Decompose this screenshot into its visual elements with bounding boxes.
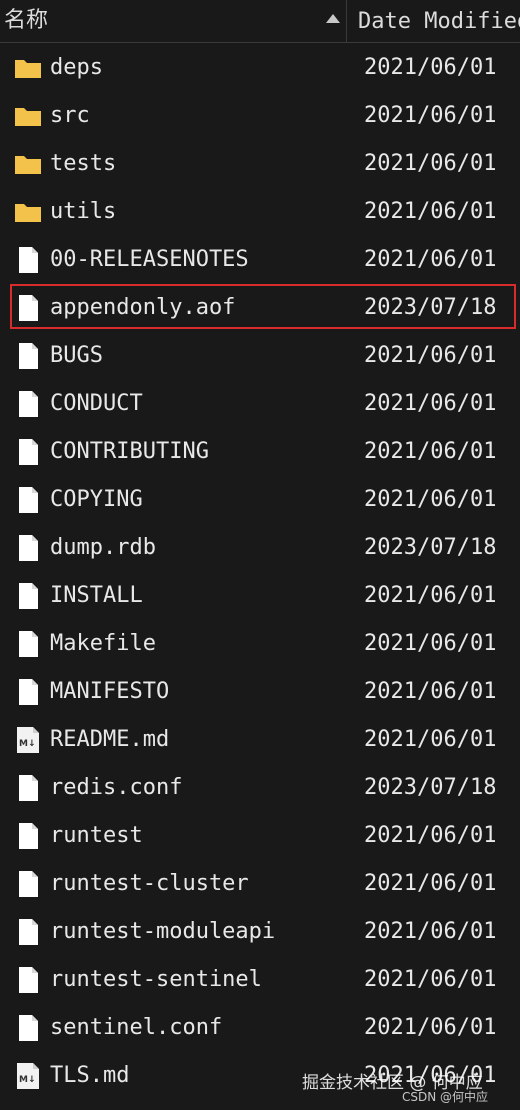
file-name: runtest-cluster [50, 871, 249, 896]
file-row[interactable]: sentinel.conf 2021/06/01 [0, 1004, 520, 1052]
file-name: CONDUCT [50, 391, 143, 416]
file-date-modified: 2021/06/01 [364, 439, 497, 464]
file-icon [14, 774, 42, 802]
file-date-modified: 2023/07/18 [364, 295, 497, 320]
file-icon [14, 630, 42, 658]
file-date-modified: 2023/07/18 [364, 535, 497, 560]
file-name: runtest-sentinel [50, 967, 262, 992]
file-row[interactable]: utils 2021/06/01 [0, 188, 520, 236]
file-icon [14, 534, 42, 562]
file-row[interactable]: COPYING 2021/06/01 [0, 476, 520, 524]
file-name: utils [50, 199, 117, 224]
file-date-modified: 2021/06/01 [364, 103, 497, 128]
file-name: runtest [50, 823, 143, 848]
file-date-modified: 2021/06/01 [364, 871, 497, 896]
file-date-modified: 2021/06/01 [364, 967, 497, 992]
file-icon [14, 390, 42, 418]
file-list: deps 2021/06/01 src 2021/06/01 tests 2021/06/… [0, 44, 520, 1100]
file-name: redis.conf [50, 775, 183, 800]
file-name: 00-RELEASENOTES [50, 247, 249, 272]
file-icon [14, 918, 42, 946]
file-date-modified: 2021/06/01 [364, 583, 497, 608]
file-date-modified: 2021/06/01 [364, 727, 497, 752]
file-row[interactable]: redis.conf 2023/07/18 [0, 764, 520, 812]
file-date-modified: 2021/06/01 [364, 199, 497, 224]
file-date-modified: 2021/06/01 [364, 247, 497, 272]
file-row[interactable]: INSTALL 2021/06/01 [0, 572, 520, 620]
file-date-modified: 2023/07/18 [364, 775, 497, 800]
file-row[interactable]: MANIFESTO 2021/06/01 [0, 668, 520, 716]
name-column-header[interactable]: 名称 [0, 0, 347, 42]
file-row[interactable]: runtest-cluster 2021/06/01 [0, 860, 520, 908]
date-modified-column-header[interactable]: Date Modified [348, 0, 520, 42]
file-name: src [50, 103, 90, 128]
file-icon [14, 486, 42, 514]
file-icon [14, 870, 42, 898]
file-row[interactable]: CONDUCT 2021/06/01 [0, 380, 520, 428]
file-date-modified: 2021/06/01 [364, 823, 497, 848]
file-name: MANIFESTO [50, 679, 170, 704]
file-name: INSTALL [50, 583, 143, 608]
folder-icon [14, 54, 42, 82]
svg-text:M↓: M↓ [19, 739, 36, 749]
name-column-label: 名称 [4, 8, 49, 33]
file-row[interactable]: 00-RELEASENOTES 2021/06/01 [0, 236, 520, 284]
file-date-modified: 2021/06/01 [364, 679, 497, 704]
file-name: TLS.md [50, 1063, 130, 1088]
file-icon [14, 246, 42, 274]
file-name: appendonly.aof [50, 295, 236, 320]
file-row[interactable]: runtest-moduleapi 2021/06/01 [0, 908, 520, 956]
file-name: Makefile [50, 631, 156, 656]
file-date-modified: 2021/06/01 [364, 151, 497, 176]
file-name: COPYING [50, 487, 143, 512]
file-icon [14, 822, 42, 850]
file-row[interactable]: Makefile 2021/06/01 [0, 620, 520, 668]
folder-icon [14, 150, 42, 178]
file-date-modified: 2021/06/01 [364, 487, 497, 512]
column-header-bar: 名称 Date Modified [0, 0, 520, 43]
file-name: deps [50, 55, 103, 80]
folder-icon [14, 102, 42, 130]
file-icon [14, 342, 42, 370]
file-row[interactable]: dump.rdb 2023/07/18 [0, 524, 520, 572]
svg-text:M↓: M↓ [19, 1075, 36, 1085]
file-icon [14, 678, 42, 706]
file-date-modified: 2021/06/01 [364, 919, 497, 944]
file-icon [14, 294, 42, 322]
markdown-file-icon: M↓ [14, 726, 42, 754]
watermark-csdn-text: CSDN @何中应 [402, 1090, 489, 1104]
file-row[interactable]: tests 2021/06/01 [0, 140, 520, 188]
file-icon [14, 582, 42, 610]
markdown-file-icon: M↓ [14, 1062, 42, 1090]
file-date-modified: 2021/06/01 [364, 1015, 497, 1040]
file-name: CONTRIBUTING [50, 439, 209, 464]
file-row[interactable]: runtest-sentinel 2021/06/01 [0, 956, 520, 1004]
sort-ascending-icon [326, 14, 340, 23]
file-row[interactable]: M↓ README.md 2021/06/01 [0, 716, 520, 764]
file-icon [14, 966, 42, 994]
file-date-modified: 2021/06/01 [364, 55, 497, 80]
file-row[interactable]: CONTRIBUTING 2021/06/01 [0, 428, 520, 476]
file-name: runtest-moduleapi [50, 919, 276, 944]
file-date-modified: 2021/06/01 [364, 631, 497, 656]
file-row[interactable]: src 2021/06/01 [0, 92, 520, 140]
file-name: sentinel.conf [50, 1015, 223, 1040]
file-name: dump.rdb [50, 535, 156, 560]
file-name: README.md [50, 727, 170, 752]
folder-icon [14, 198, 42, 226]
file-row[interactable]: appendonly.aof 2023/07/18 [0, 284, 520, 332]
file-row[interactable]: deps 2021/06/01 [0, 44, 520, 92]
file-name: tests [50, 151, 117, 176]
file-date-modified: 2021/06/01 [364, 391, 497, 416]
file-name: BUGS [50, 343, 103, 368]
file-row[interactable]: runtest 2021/06/01 [0, 812, 520, 860]
file-icon [14, 1014, 42, 1042]
date-modified-column-label: Date Modified [358, 9, 520, 34]
file-date-modified: 2021/06/01 [364, 343, 497, 368]
file-icon [14, 438, 42, 466]
file-row[interactable]: BUGS 2021/06/01 [0, 332, 520, 380]
